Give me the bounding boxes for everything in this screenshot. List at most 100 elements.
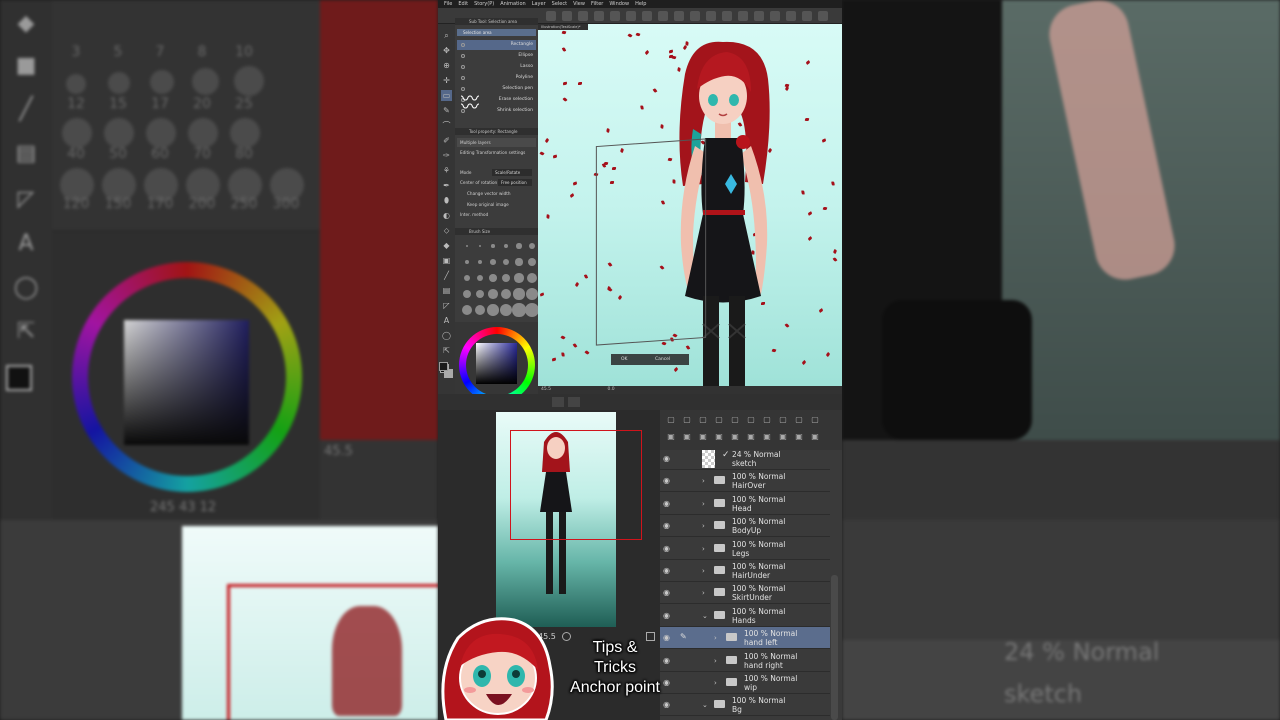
command-icon[interactable] xyxy=(722,11,732,21)
navigator-preview[interactable] xyxy=(496,412,642,627)
command-icon[interactable] xyxy=(562,11,572,21)
chevron-right-icon[interactable]: › xyxy=(702,588,710,598)
eye-icon[interactable]: ◉ xyxy=(663,611,673,621)
line-icon[interactable]: ╱ xyxy=(441,270,452,281)
layer-action-icon[interactable]: ▣ xyxy=(778,432,788,442)
brush-size-preset[interactable] xyxy=(463,290,471,298)
brush-size-preset[interactable] xyxy=(503,243,509,249)
tab-selection-area[interactable]: Selection area xyxy=(457,29,536,36)
command-icon[interactable] xyxy=(706,11,716,21)
menu-item[interactable]: Help xyxy=(635,1,646,7)
navigator-tab-icon[interactable] xyxy=(552,397,564,407)
layer-action-icon[interactable]: ▣ xyxy=(794,432,804,442)
ruler-icon[interactable]: ◸ xyxy=(441,300,452,311)
center-select[interactable]: Free position xyxy=(498,179,532,186)
brush-size-preset[interactable] xyxy=(475,289,485,299)
menu-item[interactable]: Story(P) xyxy=(474,1,494,7)
layer-row[interactable]: ◉ › ✎ 100 % Normal hand left xyxy=(660,627,830,650)
brush-size-preset[interactable] xyxy=(488,289,498,299)
chevron-right-icon[interactable]: › xyxy=(702,521,710,531)
zoom-value[interactable]: 45.5 xyxy=(541,387,551,392)
brush-size-preset[interactable] xyxy=(525,303,539,317)
brush-size-preset[interactable] xyxy=(462,305,472,315)
eraser-icon[interactable]: ⬮ xyxy=(441,195,452,206)
brush-size-preset[interactable] xyxy=(513,288,525,300)
main-color-swatch[interactable] xyxy=(439,362,448,371)
layer-row[interactable]: ◉ ⌄ 100 % Normal Bg xyxy=(660,694,830,717)
layer-action-icon[interactable]: ▣ xyxy=(698,432,708,442)
layer-property-icon[interactable]: ▢ xyxy=(778,415,788,425)
eye-icon[interactable]: ◉ xyxy=(663,588,673,598)
interpolation-row[interactable]: Inter. method xyxy=(457,210,536,219)
brush-size-preset[interactable] xyxy=(502,258,510,266)
brush-size-preset[interactable] xyxy=(499,303,513,317)
blend-icon[interactable]: ◐ xyxy=(441,210,452,221)
transform-bounding-box[interactable] xyxy=(595,138,707,346)
menu-item[interactable]: View xyxy=(573,1,585,7)
layer-property-icon[interactable]: ▢ xyxy=(666,415,676,425)
pen-icon[interactable]: ⌒ xyxy=(441,120,452,131)
mode-select[interactable]: Scale/Rotate xyxy=(492,169,532,176)
command-icon[interactable] xyxy=(754,11,764,21)
layer-row[interactable]: ◉ › 100 % Normal Legs xyxy=(660,538,830,560)
eye-icon[interactable]: ◉ xyxy=(663,499,673,509)
menu-item[interactable]: Animation xyxy=(500,1,526,7)
document-tab[interactable]: Illustration(TestScale)* xyxy=(538,24,588,30)
eye-icon[interactable]: ◉ xyxy=(663,521,673,531)
sub-tool-item[interactable]: Lasso xyxy=(457,62,536,72)
check-icon[interactable]: ✓ xyxy=(722,450,730,460)
brush-size-preset[interactable] xyxy=(526,288,538,300)
brush-size-preset[interactable] xyxy=(477,259,483,265)
subview-tab-icon[interactable] xyxy=(568,397,580,407)
keep-original-checkbox[interactable]: Keep original image xyxy=(457,200,536,209)
command-icon[interactable] xyxy=(818,11,828,21)
command-icon[interactable] xyxy=(578,11,588,21)
layer-row[interactable]: ◉ › 100 % Normal HairUnder xyxy=(660,560,830,582)
brush-size-preset[interactable] xyxy=(489,274,497,282)
angle-value[interactable]: 0.0 xyxy=(607,387,614,392)
move-icon[interactable]: ✥ xyxy=(441,45,452,56)
change-vector-width-checkbox[interactable]: Change vector width xyxy=(457,189,536,198)
command-icon[interactable] xyxy=(690,11,700,21)
chevron-right-icon[interactable]: › xyxy=(702,476,710,486)
chevron-right-icon[interactable]: › xyxy=(702,544,710,554)
brush-size-preset[interactable] xyxy=(501,273,511,283)
brush-size-preset[interactable] xyxy=(490,259,496,265)
brush-size-preset[interactable] xyxy=(500,288,512,300)
figure-icon[interactable]: ▣ xyxy=(441,255,452,266)
chevron-right-icon[interactable]: › xyxy=(702,499,710,509)
layer-row[interactable]: ◉ › 100 % Normal Head xyxy=(660,493,830,515)
layer-row[interactable]: ◉ › 100 % Normal wip xyxy=(660,672,830,694)
layer-action-icon[interactable]: ▣ xyxy=(714,432,724,442)
command-icon[interactable] xyxy=(610,11,620,21)
menu-item[interactable]: Edit xyxy=(458,1,468,7)
brush-size-preset[interactable] xyxy=(514,273,524,283)
layer-row[interactable]: ◉ › 100 % Normal hand right xyxy=(660,650,830,672)
saturation-value-square[interactable] xyxy=(476,343,517,384)
layer-property-icon[interactable]: ▢ xyxy=(746,415,756,425)
eye-icon[interactable]: ◉ xyxy=(663,700,673,710)
balloon-icon[interactable]: ◯ xyxy=(441,330,452,341)
fill-icon[interactable]: ⬦ xyxy=(441,225,452,236)
command-icon[interactable] xyxy=(546,11,556,21)
ok-button[interactable]: OK xyxy=(621,357,628,362)
chevron-down-icon[interactable]: ⌄ xyxy=(702,700,710,710)
gradient-icon[interactable]: ◆ xyxy=(441,240,452,251)
brush-size-preset[interactable] xyxy=(515,258,523,266)
text-icon[interactable]: A xyxy=(441,315,452,326)
command-icon[interactable] xyxy=(642,11,652,21)
brush-size-preset[interactable] xyxy=(464,275,470,281)
layer-property-icon[interactable]: ▢ xyxy=(794,415,804,425)
menu-item[interactable]: Window xyxy=(609,1,629,7)
brush-size-preset[interactable] xyxy=(476,274,484,282)
layer-row[interactable]: ◉ › 100 % Normal BodyUp xyxy=(660,515,830,538)
chevron-right-icon[interactable]: › xyxy=(714,633,722,643)
chevron-right-icon[interactable]: › xyxy=(702,566,710,576)
layer-property-icon[interactable]: ▢ xyxy=(698,415,708,425)
layer-action-icon[interactable]: ▣ xyxy=(682,432,692,442)
sub-tool-item[interactable]: Ellipse xyxy=(457,51,536,61)
layer-row[interactable]: ◉ ⌄ 100 % Normal Hands xyxy=(660,605,830,627)
command-icon[interactable] xyxy=(738,11,748,21)
brush-size-preset[interactable] xyxy=(516,243,522,249)
layer-property-icon[interactable]: ▢ xyxy=(682,415,692,425)
